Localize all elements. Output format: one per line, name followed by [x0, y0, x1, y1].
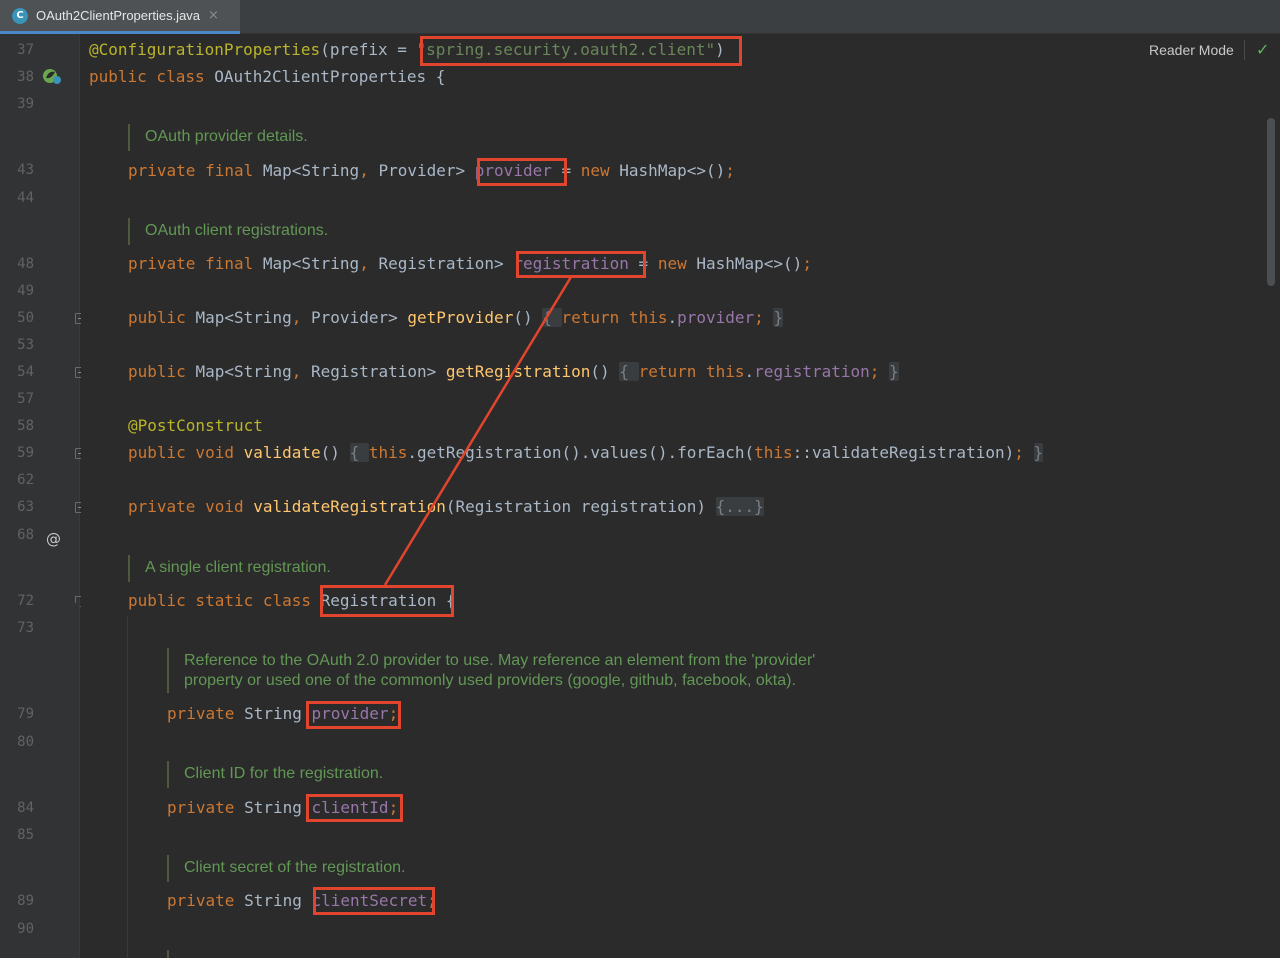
reader-mode-button[interactable]: Reader Mode — [1149, 42, 1234, 58]
inspection-ok-icon[interactable]: ✓ — [1256, 40, 1269, 59]
connector-line — [383, 276, 573, 586]
toolbar-separator — [1244, 40, 1245, 60]
vertical-scrollbar[interactable] — [1267, 118, 1275, 286]
